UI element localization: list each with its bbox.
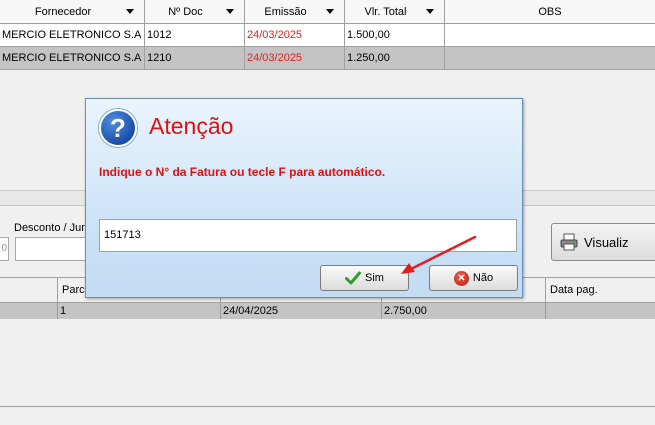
column-header-fornecedor[interactable]: Fornecedor <box>0 0 145 24</box>
table-row-selected[interactable]: MERCIO ELETRONICO S.A 1210 24/03/2025 1.… <box>0 47 655 70</box>
column-header-blank[interactable] <box>0 278 58 303</box>
data-pag-cell <box>546 303 655 319</box>
column-header-data-pag[interactable]: Data pag. <box>546 278 655 303</box>
question-icon: ? <box>99 109 137 147</box>
column-header-emissao[interactable]: Emissão <box>245 0 345 24</box>
desconto-label: Desconto / Jur <box>14 222 85 234</box>
dialog-message: Indique o N° da Fatura ou tecle F para a… <box>99 165 386 179</box>
checkmark-icon <box>345 271 362 285</box>
obs-cell <box>445 47 655 70</box>
divider <box>0 406 655 407</box>
left-value-field[interactable]: 0 <box>0 237 9 261</box>
annotation-arrow-icon <box>401 235 477 274</box>
dialog-title: Atenção <box>149 113 234 139</box>
visualizar-button[interactable]: Visualiz <box>551 223 655 261</box>
table-row-selected[interactable]: 1 24/04/2025 2.750,00 <box>0 303 655 319</box>
table-row[interactable]: MERCIO ELETRONICO S.A 1012 24/03/2025 1.… <box>0 24 655 47</box>
printer-icon <box>560 233 578 251</box>
sort-arrow-icon[interactable] <box>126 9 134 14</box>
obs-cell <box>445 24 655 47</box>
sort-arrow-icon[interactable] <box>426 9 434 14</box>
column-header-vlr-total[interactable]: Vlr. Total <box>345 0 445 24</box>
sort-arrow-icon[interactable] <box>226 9 234 14</box>
column-header-num-doc[interactable]: Nº Doc <box>145 0 245 24</box>
row-indicator-cell <box>0 303 58 319</box>
sort-arrow-icon[interactable] <box>326 9 334 14</box>
column-header-obs[interactable]: OBS <box>445 0 655 24</box>
